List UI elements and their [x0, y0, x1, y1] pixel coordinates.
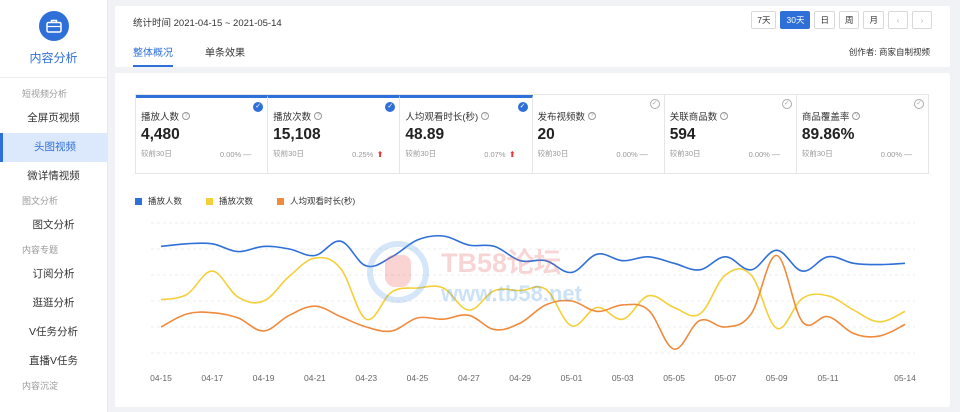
tab-single-effect[interactable]: 单条效果 — [205, 44, 245, 67]
x-tick-label: 04-21 — [304, 373, 326, 383]
prev-arrow-button[interactable]: ‹ — [888, 11, 908, 29]
nav-group-title: 内容专题 — [22, 245, 59, 255]
x-tick-label: 05-14 — [894, 373, 916, 383]
nav-group-title: 内容沉淀 — [22, 381, 59, 391]
next-arrow-button[interactable]: › — [912, 11, 932, 29]
nav-item-article-analysis[interactable]: 图文分析 — [0, 211, 107, 240]
x-tick-label: 04-19 — [253, 373, 275, 383]
x-tick-label: 04-27 — [458, 373, 480, 383]
x-tick-label: 04-25 — [407, 373, 429, 383]
nav-item-header-video[interactable]: 头图视频 — [0, 133, 107, 162]
trend-line-chart[interactable]: 04-15 04-17 04-19 04-21 04-23 04-25 04-27 04-29… — [115, 73, 950, 407]
sidebar-title: 内容分析 — [29, 51, 78, 65]
range-month-button[interactable]: 月 — [863, 11, 884, 29]
x-tick-label: 05-03 — [612, 373, 634, 383]
x-tick-label: 05-07 — [715, 373, 737, 383]
series-line-play-count[interactable] — [160, 256, 906, 330]
nav-item-live-v-task[interactable]: 直播V任务 — [0, 347, 107, 376]
view-tabs: 整体概况 单条效果 — [133, 44, 245, 67]
nav-item-v-task[interactable]: V任务分析 — [0, 318, 107, 347]
x-tick-label: 05-11 — [817, 373, 838, 383]
main-panel: 播放人数? 4,480 较前30日 0.00% — ✓ 播放次数? 15,108… — [115, 73, 950, 407]
nav-item-guangguang[interactable]: 逛逛分析 — [0, 289, 107, 318]
range-selector: 7天 30天 日 周 月 ‹ › — [751, 11, 932, 29]
tab-overview[interactable]: 整体概况 — [133, 44, 173, 67]
nav-item-micro-detail-video[interactable]: 微详情视频 — [0, 162, 107, 191]
creator-filter[interactable]: 创作者: 商家自制视频 — [849, 46, 930, 58]
nav-item-fullscreen-video[interactable]: 全屏页视频 — [0, 104, 107, 133]
nav-item-subscription[interactable]: 订阅分析 — [0, 260, 107, 289]
series-line-play-users[interactable] — [160, 234, 906, 274]
x-tick-label: 05-01 — [561, 373, 583, 383]
stat-period: 统计时间 2021-04-15 ~ 2021-05-14 — [133, 18, 282, 29]
x-tick-label: 04-17 — [201, 373, 223, 383]
x-tick-label: 05-05 — [663, 373, 685, 383]
x-tick-label: 05-09 — [766, 373, 788, 383]
nav-group-title: 图文分析 — [22, 196, 59, 206]
range-30d-button[interactable]: 30天 — [780, 11, 811, 29]
range-7d-button[interactable]: 7天 — [751, 11, 777, 29]
sidebar: 内容分析 短视频分析 全屏页视频 头图视频 微详情视频 图文分析 图文分析 内容… — [0, 0, 108, 412]
briefcase-icon — [38, 11, 69, 41]
x-tick-label: 04-29 — [509, 373, 531, 383]
range-day-button[interactable]: 日 — [814, 11, 835, 29]
x-tick-label: 04-15 — [150, 373, 172, 383]
sidebar-brand: 内容分析 — [0, 0, 107, 78]
nav-group-title: 短视频分析 — [22, 89, 68, 99]
header-bar: 统计时间 2021-04-15 ~ 2021-05-14 7天 30天 日 周 … — [115, 6, 950, 67]
range-week-button[interactable]: 周 — [838, 11, 860, 29]
x-tick-label: 04-23 — [355, 373, 377, 383]
series-line-avg-watch-time[interactable] — [160, 254, 906, 350]
